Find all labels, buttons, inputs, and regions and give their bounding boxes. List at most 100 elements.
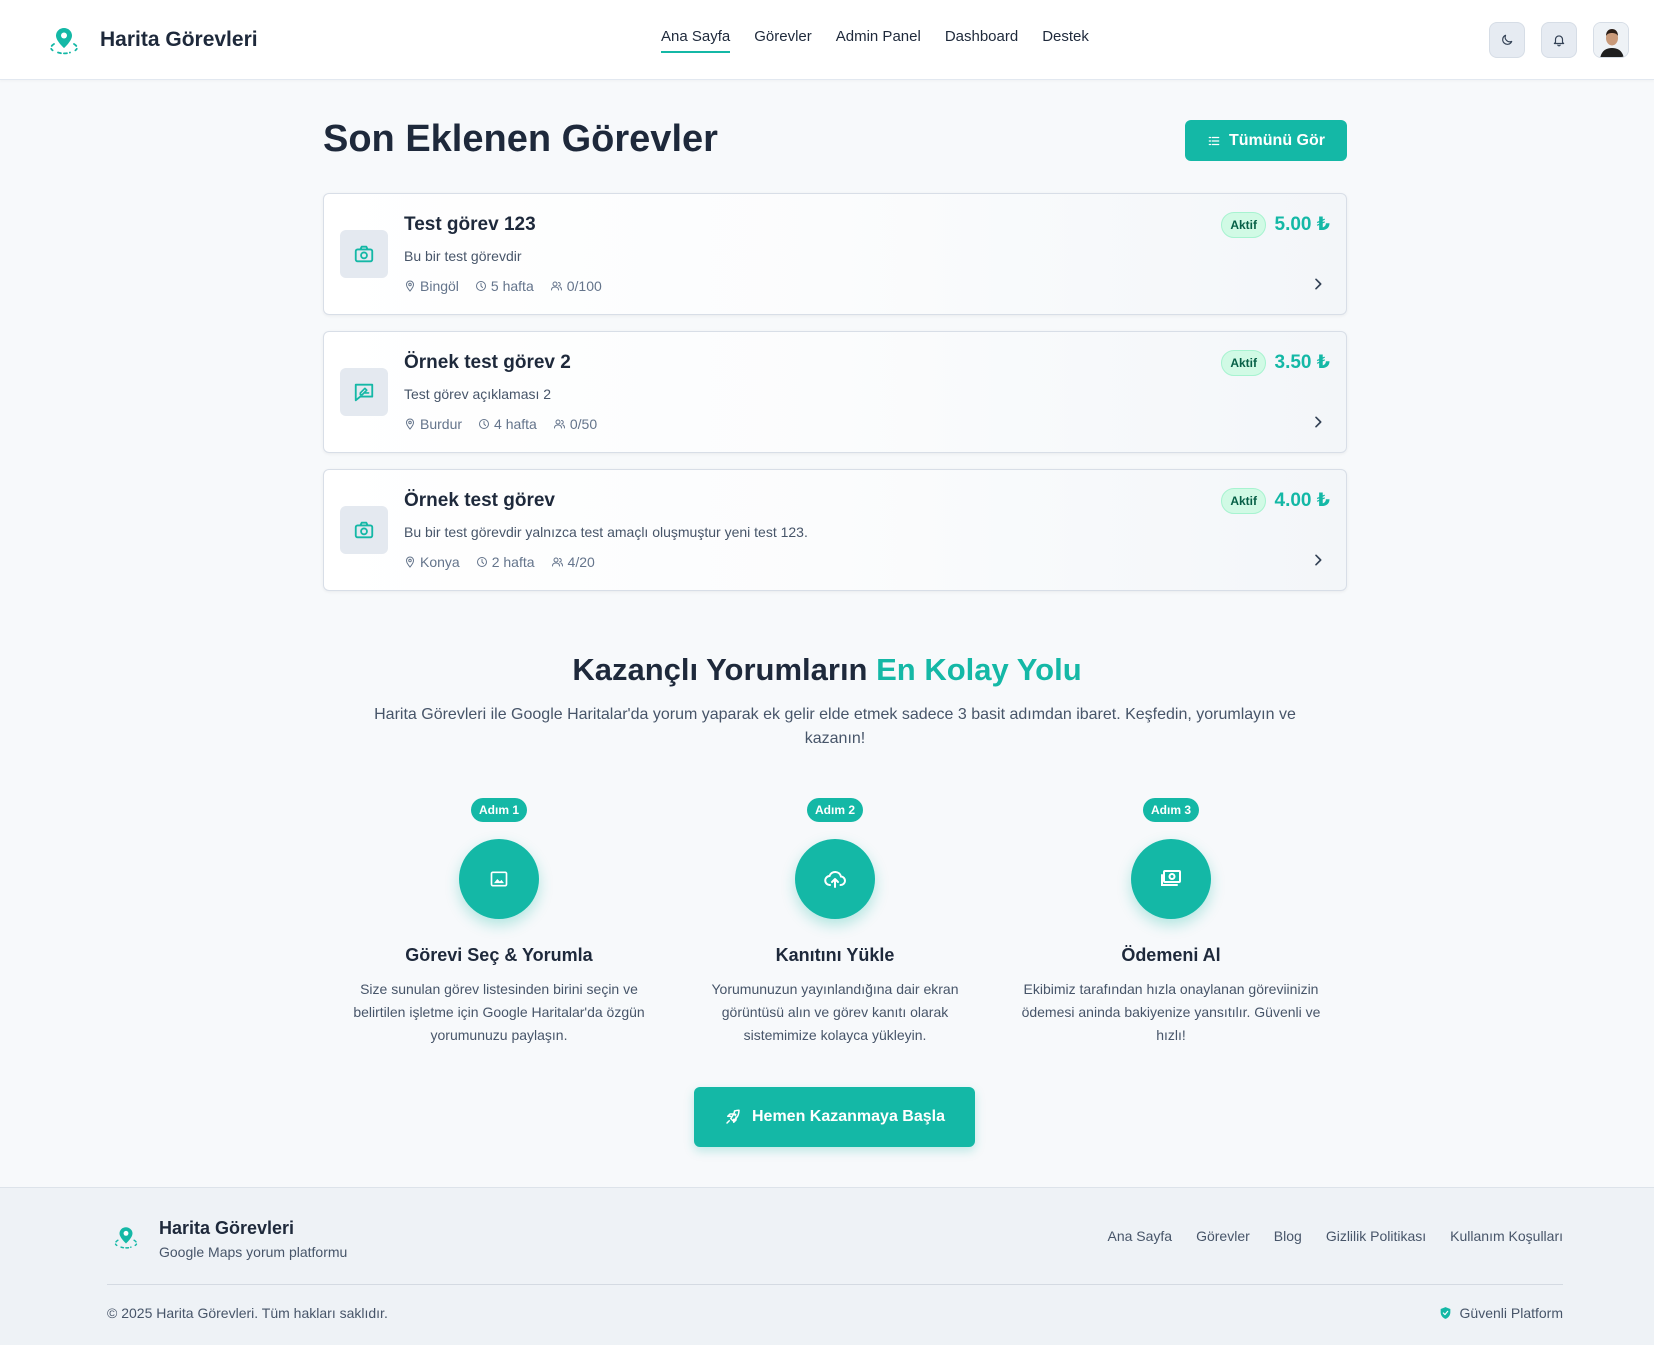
- status-badge: Aktif: [1221, 212, 1266, 238]
- step-title: Kanıtını Yükle: [775, 945, 895, 965]
- step-badge: Adım 3: [1142, 798, 1200, 822]
- clock-icon: [476, 557, 487, 567]
- task-meta: Konya 2 hafta 4/20: [404, 554, 611, 570]
- task-description: Test görev açıklaması 2: [404, 386, 552, 402]
- image-icon: [490, 871, 508, 887]
- task-title: Örnek test görev 2: [404, 352, 571, 373]
- step-icon-circle: [459, 839, 539, 919]
- footer-link-terms[interactable]: Kullanım Koşulları: [1450, 1228, 1563, 1244]
- nav-tasks[interactable]: Görevler: [754, 28, 812, 53]
- task-title: Örnek test görev: [404, 490, 555, 511]
- step-icon-circle: [795, 839, 875, 919]
- step-description: Yorumunuzun yayınlandığına dair ekran gö…: [711, 981, 959, 1043]
- notifications-button[interactable]: [1541, 22, 1577, 58]
- see-all-label: Tümünü Gör: [1229, 131, 1325, 149]
- step-badge: Adım 2: [806, 798, 864, 822]
- task-participants-label: 4/20: [567, 554, 595, 570]
- brand[interactable]: Harita Görevleri: [48, 24, 258, 56]
- bell-icon: [1553, 35, 1565, 47]
- footer: Harita Görevleri Google Maps yorum platf…: [0, 1187, 1654, 1345]
- task-participants: 0/100: [550, 278, 602, 294]
- how-it-works-subtitle: Harita Görevleri ile Google Haritalar'da…: [374, 706, 1296, 747]
- nav-home[interactable]: Ana Sayfa: [661, 28, 731, 53]
- status-badge: Aktif: [1221, 350, 1266, 376]
- copyright: © 2025 Harita Görevleri. Tüm hakları sak…: [107, 1305, 388, 1321]
- task-thumbnail: [340, 230, 388, 278]
- task-participants: 0/50: [553, 416, 597, 432]
- theme-toggle-button[interactable]: [1489, 22, 1525, 58]
- nav-dashboard[interactable]: Dashboard: [945, 28, 1018, 53]
- task-participants: 4/20: [551, 554, 595, 570]
- task-price: 3.50 ₺: [1274, 352, 1330, 373]
- shield-icon: [1440, 1307, 1450, 1319]
- avatar-image: [1594, 23, 1628, 57]
- task-participants-label: 0/100: [566, 278, 602, 294]
- nav-admin-panel[interactable]: Admin Panel: [836, 28, 921, 53]
- footer-divider: [107, 1284, 1563, 1285]
- footer-brand-name: Harita Görevleri: [159, 1218, 295, 1238]
- chevron-right-icon[interactable]: [1310, 414, 1326, 430]
- secure-platform-label: Güvenli Platform: [1459, 1305, 1563, 1321]
- clock-icon: [479, 419, 490, 429]
- secure-platform: Güvenli Platform: [1439, 1305, 1563, 1321]
- nav-support[interactable]: Destek: [1042, 28, 1089, 53]
- footer-link-home[interactable]: Ana Sayfa: [1107, 1228, 1172, 1244]
- task-meta: Burdur 4 hafta 0/50: [404, 416, 613, 432]
- footer-tagline: Google Maps yorum platformu: [159, 1244, 348, 1260]
- task-thumbnail: [340, 506, 388, 554]
- footer-link-blog[interactable]: Blog: [1274, 1228, 1302, 1244]
- start-earning-label: Hemen Kazanmaya Başla: [752, 1108, 945, 1125]
- footer-links: Ana Sayfa Görevler Blog Gizlilik Politik…: [1083, 1228, 1563, 1244]
- user-avatar[interactable]: [1593, 22, 1629, 58]
- task-location: Bingöl: [404, 278, 459, 294]
- users-icon: [553, 419, 565, 429]
- footer-link-tasks[interactable]: Görevler: [1196, 1228, 1250, 1244]
- task-card[interactable]: Örnek test görev Bu bir test görevdir ya…: [323, 469, 1347, 591]
- chevron-right-icon[interactable]: [1310, 276, 1326, 292]
- step-badge: Adım 1: [470, 798, 528, 822]
- task-duration-label: 2 hafta: [491, 554, 535, 570]
- start-earning-button[interactable]: Hemen Kazanmaya Başla: [694, 1087, 975, 1147]
- how-it-works-title: Kazançlı Yorumların En Kolay Yolu: [0, 652, 1654, 688]
- top-navbar: Harita Görevleri Ana Sayfa Görevler Admi…: [0, 0, 1654, 80]
- task-card[interactable]: Örnek test görev 2 Test görev açıklaması…: [323, 331, 1347, 453]
- money-icon: [1161, 870, 1181, 886]
- task-title: Test görev 123: [404, 214, 536, 235]
- map-pin-logo-icon: [50, 28, 78, 55]
- brand-name: Harita Görevleri: [100, 28, 258, 51]
- list-icon: [1208, 136, 1220, 145]
- camera-icon: [354, 245, 374, 263]
- task-card[interactable]: Test görev 123 Bu bir test görevdir Bing…: [323, 193, 1347, 315]
- main-nav: Ana Sayfa Görevler Admin Panel Dashboard…: [661, 28, 1113, 53]
- task-duration: 5 hafta: [475, 278, 534, 294]
- step-icon-circle: [1131, 839, 1211, 919]
- task-location-label: Bingöl: [420, 278, 459, 294]
- task-location-label: Burdur: [420, 416, 463, 432]
- pin-icon: [405, 418, 415, 430]
- how-title-main: Kazançlı Yorumların: [572, 652, 877, 687]
- review-icon: [354, 383, 374, 402]
- task-location-label: Konya: [420, 554, 460, 570]
- task-participants-label: 0/50: [569, 416, 598, 432]
- status-badge: Aktif: [1221, 488, 1266, 514]
- step-title: Ödemeni Al: [1121, 945, 1221, 965]
- task-thumbnail: [340, 368, 388, 416]
- task-price: 5.00 ₺: [1274, 214, 1330, 235]
- task-duration-label: 4 hafta: [494, 416, 537, 432]
- pin-icon: [405, 556, 415, 568]
- pin-icon: [405, 280, 415, 292]
- see-all-button[interactable]: Tümünü Gör: [1185, 120, 1347, 161]
- step-title: Görevi Seç & Yorumla: [405, 945, 593, 965]
- task-price: 4.00 ₺: [1274, 490, 1330, 511]
- task-duration-label: 5 hafta: [490, 278, 534, 294]
- camera-icon: [354, 521, 374, 539]
- moon-icon: [1502, 34, 1513, 45]
- task-duration: 2 hafta: [476, 554, 535, 570]
- clock-icon: [475, 281, 486, 291]
- cloud-upload-icon: [824, 870, 846, 888]
- task-description: Bu bir test görevdir: [404, 248, 522, 264]
- footer-link-privacy[interactable]: Gizlilik Politikası: [1326, 1228, 1426, 1244]
- chevron-right-icon[interactable]: [1310, 552, 1326, 568]
- rocket-icon: [726, 1109, 740, 1124]
- task-description: Bu bir test görevdir yalnızca test amaçl…: [404, 524, 808, 540]
